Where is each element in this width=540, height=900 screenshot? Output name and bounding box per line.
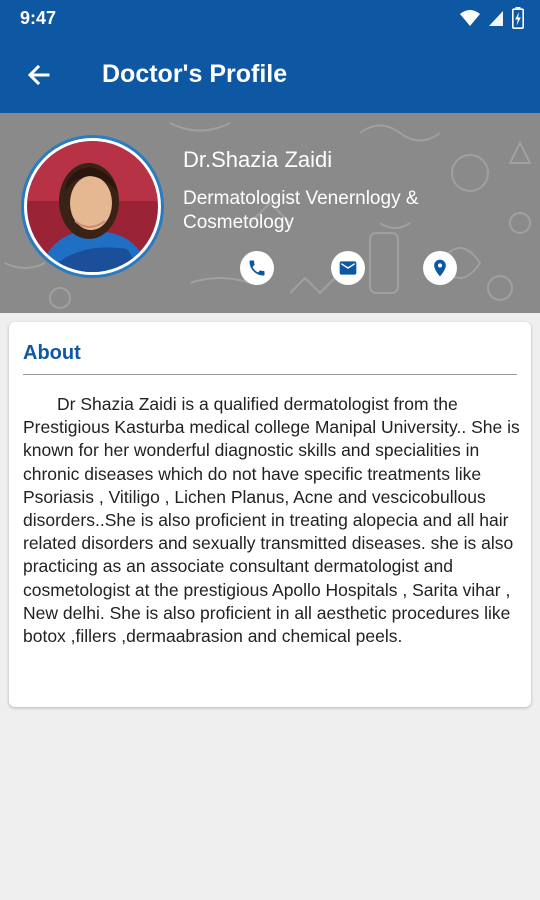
signal-icon xyxy=(489,11,503,26)
doctor-name: Dr.Shazia Zaidi xyxy=(183,147,333,172)
status-icons xyxy=(460,7,524,29)
profile-header: Dr.Shazia Zaidi Dermatologist Venernlogy… xyxy=(0,113,540,313)
about-card: About Dr Shazia Zaidi is a qualified der… xyxy=(9,322,531,707)
call-button[interactable] xyxy=(240,251,274,285)
mail-icon xyxy=(339,261,357,275)
about-title: About xyxy=(23,342,81,364)
doctor-speciality: Dermatologist Venernlogy & Cosmetology xyxy=(183,188,419,233)
about-text: Dr Shazia Zaidi is a qualified dermatolo… xyxy=(23,394,520,647)
arrow-back-icon xyxy=(27,64,50,86)
location-button[interactable] xyxy=(423,251,457,285)
battery-icon xyxy=(512,7,524,29)
wifi-icon xyxy=(460,10,480,26)
back-button[interactable] xyxy=(22,58,56,92)
page-title: Doctor's Profile xyxy=(102,60,288,88)
phone-icon xyxy=(249,260,265,276)
app-bar: Doctor's Profile xyxy=(0,36,540,113)
divider xyxy=(23,374,517,375)
status-bar: 9:47 xyxy=(0,0,540,36)
email-button[interactable] xyxy=(331,251,365,285)
location-icon xyxy=(434,259,446,277)
status-time: 9:47 xyxy=(20,8,57,28)
doctor-avatar xyxy=(21,135,164,278)
doctor-photo xyxy=(27,141,158,272)
